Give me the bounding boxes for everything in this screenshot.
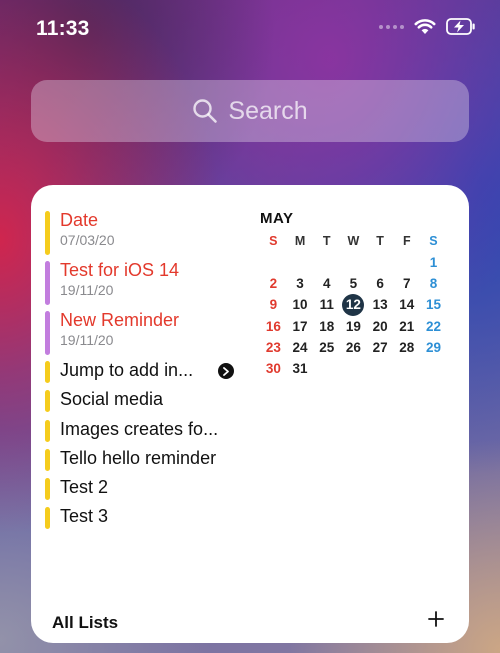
calendar-day[interactable]: 20: [367, 316, 394, 337]
wifi-icon: [414, 19, 436, 34]
calendar-day[interactable]: 10: [287, 294, 314, 315]
calendar-day[interactable]: 3: [287, 273, 314, 294]
list-color-bar: [45, 478, 50, 501]
list-color-bar: [45, 361, 50, 383]
reminder-title: Images creates fo...: [60, 418, 219, 439]
list-color-bar: [45, 448, 50, 471]
calendar-day[interactable]: 31: [287, 358, 314, 379]
calendar-empty-cell: [393, 252, 420, 273]
battery-charging-icon: [446, 18, 475, 35]
calendar-day[interactable]: 19: [340, 316, 367, 337]
calendar-today-marker: 12: [342, 294, 365, 317]
calendar-day[interactable]: 4: [313, 273, 340, 294]
calendar-day[interactable]: 23: [260, 337, 287, 358]
calendar-day[interactable]: 2: [260, 273, 287, 294]
list-color-bar: [45, 507, 50, 530]
reminder-list: Date 07/03/20 Test for iOS 14 19/11/20 New R…: [45, 209, 255, 535]
reminder-date: 07/03/20: [60, 232, 115, 248]
reminder-item[interactable]: Test for iOS 14 19/11/20: [45, 259, 255, 309]
reminder-title: Social media: [60, 389, 164, 410]
reminder-item[interactable]: Test 3: [45, 505, 255, 534]
calendar-day[interactable]: 8: [420, 273, 447, 294]
reminder-title: Date: [60, 210, 99, 230]
reminder-title: New Reminder: [60, 310, 180, 330]
calendar-day[interactable]: 22: [420, 316, 447, 337]
reminder-item[interactable]: Social media: [45, 388, 255, 417]
calendar-empty-cell: [313, 252, 340, 273]
calendar-day[interactable]: 16: [260, 316, 287, 337]
calendar-day[interactable]: 25: [313, 337, 340, 358]
calendar-day[interactable]: 21: [393, 316, 420, 337]
calendar-day[interactable]: 17: [287, 316, 314, 337]
calendar-day[interactable]: 14: [393, 294, 420, 315]
weekday-header: S: [429, 234, 438, 248]
reminder-title: Tello hello reminder: [60, 447, 217, 468]
reminder-item[interactable]: Tello hello reminder: [45, 447, 255, 476]
list-color-bar: [45, 419, 50, 442]
reminder-title: Test 3: [60, 506, 109, 527]
reminder-item[interactable]: Date 07/03/20: [45, 209, 255, 259]
list-color-bar: [45, 311, 50, 355]
calendar-empty-cell: [260, 252, 287, 273]
calendar-empty-cell: [313, 358, 340, 379]
calendar-empty-cell: [367, 252, 394, 273]
list-color-bar: [45, 261, 50, 305]
calendar-month: MAY: [260, 210, 294, 227]
calendar-empty-cell: [340, 358, 367, 379]
mini-calendar[interactable]: MAY S M T W T F S 1 2 3 4 5 6 7 8 9 10 11 12 13 14 15 16 17 18 19…: [260, 210, 444, 379]
search-bar[interactable]: Search: [31, 80, 469, 142]
calendar-day[interactable]: 29: [420, 337, 447, 358]
weekday-header: T: [322, 234, 331, 248]
weekday-header: M: [294, 234, 306, 248]
calendar-grid: S M T W T F S 1 2 3 4 5 6 7 8 9 10 11 12 13 14 15 16 17 18 19 20 21…: [260, 231, 444, 379]
calendar-day[interactable]: 30: [260, 358, 287, 379]
all-lists-link[interactable]: All Lists: [52, 613, 118, 633]
reminder-item[interactable]: Images creates fo...: [45, 418, 255, 447]
reminder-date: 19/11/20: [60, 282, 114, 298]
search-placeholder: Search: [228, 96, 308, 125]
search-icon: [193, 99, 218, 123]
reminder-item[interactable]: Jump to add in...: [45, 359, 255, 388]
calendar-day[interactable]: 9: [260, 294, 287, 315]
calendar-day[interactable]: 15: [420, 294, 447, 315]
reminder-date: 19/11/20: [60, 332, 114, 348]
reminder-item[interactable]: Test 2: [45, 476, 255, 505]
reminder-title: Test for iOS 14: [60, 260, 180, 280]
calendar-empty-cell: [367, 358, 394, 379]
calendar-empty-cell: [393, 358, 420, 379]
weekday-header: F: [402, 234, 411, 248]
calendar-day[interactable]: 11: [313, 294, 340, 315]
calendar-day[interactable]: 28: [393, 337, 420, 358]
chevron-right-circle-icon[interactable]: [218, 363, 234, 379]
calendar-day[interactable]: 27: [367, 337, 394, 358]
list-color-bar: [45, 390, 50, 413]
calendar-day[interactable]: 12: [340, 294, 367, 317]
weekday-header: W: [347, 234, 360, 248]
reminder-title: Test 2: [60, 477, 109, 498]
status-time: 11:33: [36, 17, 90, 40]
weekday-header: T: [376, 234, 384, 248]
list-color-bar: [45, 211, 50, 255]
signal-dots-icon: [379, 24, 404, 29]
plus-icon[interactable]: [426, 609, 446, 629]
status-icons: [379, 18, 476, 35]
calendar-day[interactable]: 5: [340, 273, 367, 294]
calendar-empty-cell: [340, 252, 367, 273]
calendar-day[interactable]: 18: [313, 316, 340, 337]
reminder-item[interactable]: New Reminder 19/11/20: [45, 309, 255, 359]
calendar-empty-cell: [420, 358, 447, 379]
reminders-widget[interactable]: Date 07/03/20 Test for iOS 14 19/11/20 New R…: [31, 185, 469, 643]
calendar-day[interactable]: 7: [393, 273, 420, 294]
calendar-day[interactable]: 24: [287, 337, 314, 358]
calendar-day[interactable]: 6: [367, 273, 394, 294]
calendar-day[interactable]: 26: [340, 337, 367, 358]
calendar-empty-cell: [287, 252, 314, 273]
calendar-day[interactable]: 13: [367, 294, 394, 315]
weekday-header: S: [269, 234, 278, 248]
calendar-day[interactable]: 1: [420, 252, 447, 273]
